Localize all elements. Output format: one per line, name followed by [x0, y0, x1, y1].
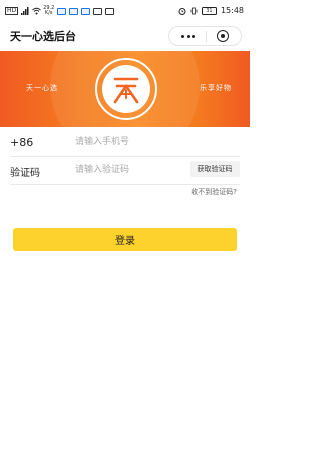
battery-icon: 31	[201, 6, 217, 15]
banner-slogan-left: 天一心选	[26, 84, 58, 92]
wifi-icon	[32, 7, 41, 15]
code-label: 验证码	[10, 168, 40, 179]
app-notification-icon	[69, 7, 79, 15]
capsule-divider	[206, 31, 207, 42]
app-notification-icon	[81, 7, 91, 15]
row-divider	[10, 184, 240, 185]
login-button[interactable]: 登录	[13, 228, 237, 251]
miniprogram-capsule	[168, 26, 242, 46]
banner-slogan-right: 乐享好物	[200, 84, 232, 92]
status-bar: HD 29.2 K/s 31 15:48	[0, 0, 250, 22]
get-code-button[interactable]: 获取验证码	[190, 161, 240, 177]
page-title: 天一心选后台	[10, 30, 76, 43]
hero-banner: 天一心选 乐享好物	[0, 51, 250, 127]
image-notification-icon	[105, 7, 115, 15]
alarm-icon	[178, 7, 186, 15]
phone-input[interactable]	[75, 133, 185, 151]
close-miniprogram-icon[interactable]	[217, 30, 229, 42]
vibrate-icon	[190, 7, 198, 15]
network-type: HD	[5, 7, 19, 15]
download-notification-icon	[93, 7, 103, 15]
code-input[interactable]	[75, 161, 185, 179]
no-code-link[interactable]: 收不到验证码?	[191, 187, 237, 197]
app-notification-icon	[57, 7, 67, 15]
more-icon[interactable]	[181, 35, 195, 39]
battery-level: 31	[206, 7, 213, 14]
clock: 15:48	[220, 6, 244, 15]
code-row: 验证码 获取验证码	[0, 155, 250, 185]
phone-row: +86	[0, 127, 250, 157]
title-bar: 天一心选后台	[0, 22, 250, 50]
brand-logo	[102, 65, 150, 113]
signal-icon	[21, 7, 29, 15]
speed-unit: K/s	[44, 10, 53, 16]
network-speed: 29.2 K/s	[43, 6, 54, 16]
country-code[interactable]: +86	[10, 136, 33, 149]
